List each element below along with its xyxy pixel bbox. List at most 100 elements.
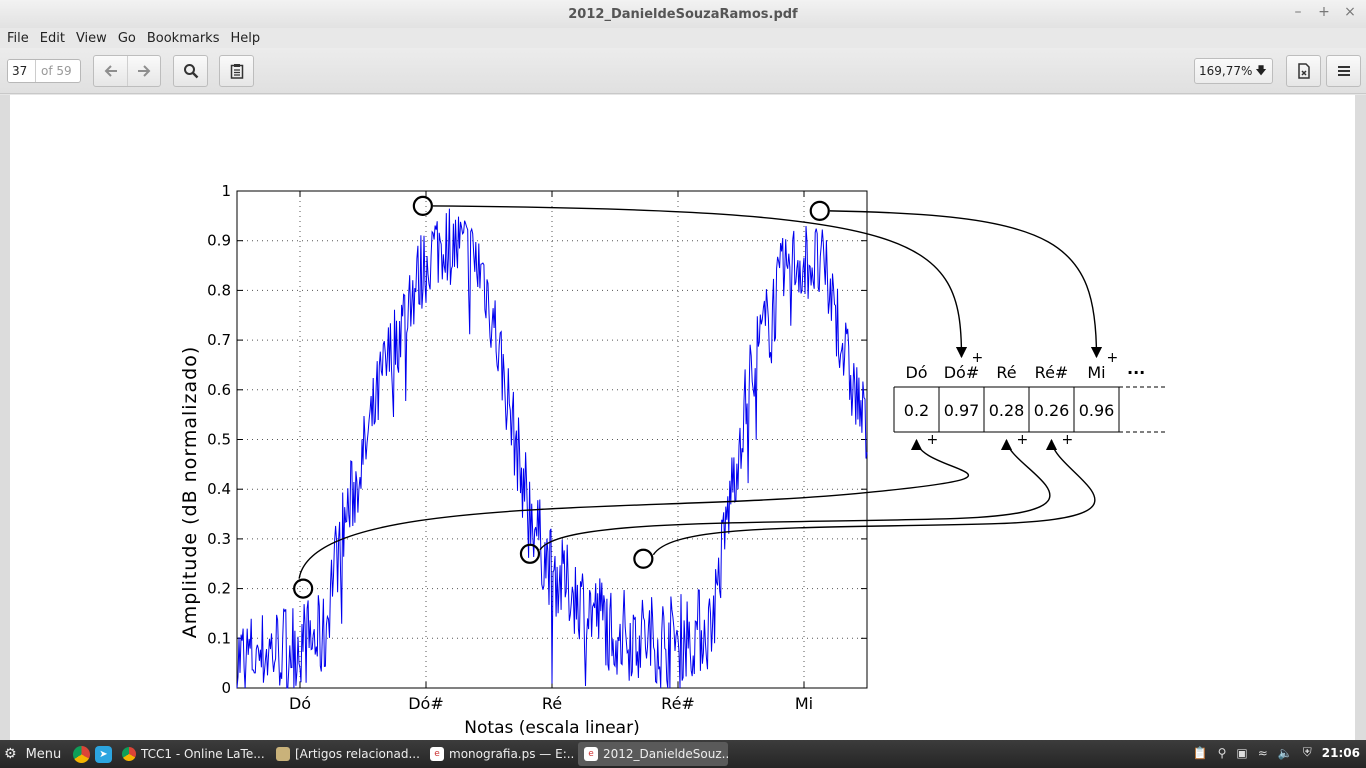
start-menu-button[interactable]: ⚙ Menu xyxy=(0,746,68,762)
search-button[interactable] xyxy=(173,55,208,87)
telegram-icon[interactable]: ➤ xyxy=(95,745,112,763)
chart-ticks: 0 0.1 0.2 0.3 0.4 0.5 0.6 0.7 0.8 0.9 1 Dó Dó# Ré Ré# M… xyxy=(207,182,867,713)
pdf-page: 0 0.1 0.2 0.3 0.4 0.5 0.6 0.7 0.8 0.9 1 Dó Dó# Ré Ré# M… xyxy=(10,95,1355,740)
document-viewport[interactable]: 0 0.1 0.2 0.3 0.4 0.5 0.6 0.7 0.8 0.9 1 Dó Dó# Ré Ré# M… xyxy=(0,95,1366,740)
task-label: 2012_DanieldeSouz... xyxy=(603,747,728,761)
menu-edit[interactable]: Edit xyxy=(40,31,65,46)
plus-sign: + xyxy=(927,432,939,448)
clipboard-icon xyxy=(230,64,243,79)
next-page-button[interactable] xyxy=(127,56,160,86)
chroma-table: Dó 0.2 Dó# 0.97 Ré 0.28 Ré# 0.26 Mi 0.96 ··· xyxy=(893,363,1165,433)
table-ellipsis: ··· xyxy=(1127,363,1145,382)
task-label: [Artigos relacionad... xyxy=(295,747,420,761)
window-controls: – + × xyxy=(1292,4,1356,20)
y-tick-label: 0.8 xyxy=(207,281,231,299)
arrow-left-icon xyxy=(104,65,117,77)
clock: 21:06 xyxy=(1321,745,1360,760)
hamburger-icon xyxy=(1337,66,1350,76)
x-tick-label: Dó xyxy=(289,694,311,713)
peak-connectors: + ++ + + xyxy=(298,205,1119,579)
task-label: monografia.ps — E:... xyxy=(449,747,574,761)
table-header: Ré xyxy=(996,363,1016,382)
evince-icon: e xyxy=(430,747,444,761)
peak-marker xyxy=(519,543,541,564)
taskbar: ⚙ Menu ➤ TCC1 - Online LaTe... [Artigos … xyxy=(0,740,1366,768)
plus-sign: + xyxy=(1107,350,1119,366)
zoom-selector[interactable]: 169,77% 🡇 xyxy=(1194,58,1273,84)
task-label: TCC1 - Online LaTe... xyxy=(141,747,265,761)
table-value: 0.28 xyxy=(989,401,1025,420)
network-icon[interactable]: ≈ xyxy=(1258,746,1268,760)
page-number-input[interactable] xyxy=(8,60,36,82)
peak-connector xyxy=(829,210,1103,359)
menu-view[interactable]: View xyxy=(76,31,107,46)
maximize-icon[interactable]: + xyxy=(1318,4,1330,20)
y-tick-label: 1 xyxy=(221,182,231,200)
folder-icon xyxy=(276,747,290,761)
table-header: Dó# xyxy=(944,363,980,382)
y-tick-label: 0.2 xyxy=(207,580,231,598)
volume-icon[interactable]: 🔈 xyxy=(1278,746,1293,760)
document-icon xyxy=(1297,63,1310,79)
peak-marker xyxy=(809,200,830,221)
close-icon[interactable]: × xyxy=(1344,4,1356,20)
y-tick-label: 0.1 xyxy=(207,629,231,647)
table-header: Ré# xyxy=(1035,363,1069,382)
page-nav-group xyxy=(93,55,161,87)
y-tick-label: 0.7 xyxy=(207,331,231,349)
task-tcc1[interactable]: TCC1 - Online LaTe... xyxy=(116,742,266,766)
y-tick-label: 0.4 xyxy=(207,480,231,498)
clipboard-icon[interactable]: 📋 xyxy=(1193,746,1208,760)
document-properties-button[interactable] xyxy=(1286,55,1321,87)
table-value: 0.97 xyxy=(944,401,980,420)
menu-bookmarks[interactable]: Bookmarks xyxy=(147,31,220,46)
arrow-right-icon xyxy=(138,65,151,77)
start-menu-label: Menu xyxy=(25,746,62,762)
shield-icon[interactable]: ⛨ xyxy=(1303,745,1312,760)
y-tick-label: 0 xyxy=(221,679,231,697)
pin-icon[interactable]: ⚲ xyxy=(1218,746,1227,760)
page-selector: of 59 xyxy=(7,59,81,83)
plus-sign: + xyxy=(1017,432,1029,448)
table-header: Dó xyxy=(905,363,927,382)
task-artigos[interactable]: [Artigos relacionad... xyxy=(270,742,420,766)
chrome-icon xyxy=(122,747,136,761)
peak-connector xyxy=(539,438,1051,551)
spectrum-figure: 0 0.1 0.2 0.3 0.4 0.5 0.6 0.7 0.8 0.9 1 Dó Dó# Ré Ré# M… xyxy=(179,182,1165,738)
peak-marker xyxy=(412,195,433,217)
window-title: 2012_DanieldeSouzaRamos.pdf xyxy=(568,6,798,22)
task-pdf-viewer[interactable]: e 2012_DanieldeSouz... xyxy=(578,742,728,766)
table-header: Mi xyxy=(1087,363,1105,382)
annotations-button[interactable] xyxy=(219,55,254,87)
title-bar: 2012_DanieldeSouzaRamos.pdf – + × xyxy=(0,0,1366,28)
menu-go[interactable]: Go xyxy=(118,31,136,46)
page-total: of 59 xyxy=(41,64,72,78)
screenshot-icon[interactable]: ▣ xyxy=(1236,746,1247,760)
system-tray: 📋 ⚲ ▣ ≈ 🔈 ⛨ 21:06 xyxy=(1193,745,1360,760)
table-value: 0.2 xyxy=(904,401,929,420)
menu-help[interactable]: Help xyxy=(230,31,260,46)
table-value: 0.96 xyxy=(1079,401,1115,420)
task-monografia[interactable]: e monografia.ps — E:... xyxy=(424,742,574,766)
y-tick-label: 0.9 xyxy=(207,232,231,250)
x-axis-label: Notas (escala linear) xyxy=(464,718,639,738)
chrome-icon[interactable] xyxy=(73,745,90,763)
x-tick-label: Dó# xyxy=(408,694,444,713)
spectrum-series xyxy=(236,208,868,689)
menu-file[interactable]: File xyxy=(7,31,29,46)
x-tick-label: Ré# xyxy=(661,694,695,713)
y-tick-label: 0.6 xyxy=(207,381,231,399)
menu-bar: File Edit View Go Bookmarks Help xyxy=(0,28,1366,48)
peak-marker xyxy=(633,548,654,569)
zoom-value: 169,77% xyxy=(1199,64,1253,78)
previous-page-button[interactable] xyxy=(94,56,127,86)
evince-icon: e xyxy=(584,747,598,761)
peak-connector xyxy=(652,438,1096,556)
y-tick-label: 0.3 xyxy=(207,530,231,548)
minimize-icon[interactable]: – xyxy=(1292,4,1304,20)
main-menu-button[interactable] xyxy=(1326,55,1361,87)
y-axis-label: Amplitude (dB normalizado) xyxy=(179,346,201,639)
plus-sign: + xyxy=(1062,432,1074,448)
x-tick-label: Ré xyxy=(542,694,562,713)
peak-marker xyxy=(293,578,314,599)
